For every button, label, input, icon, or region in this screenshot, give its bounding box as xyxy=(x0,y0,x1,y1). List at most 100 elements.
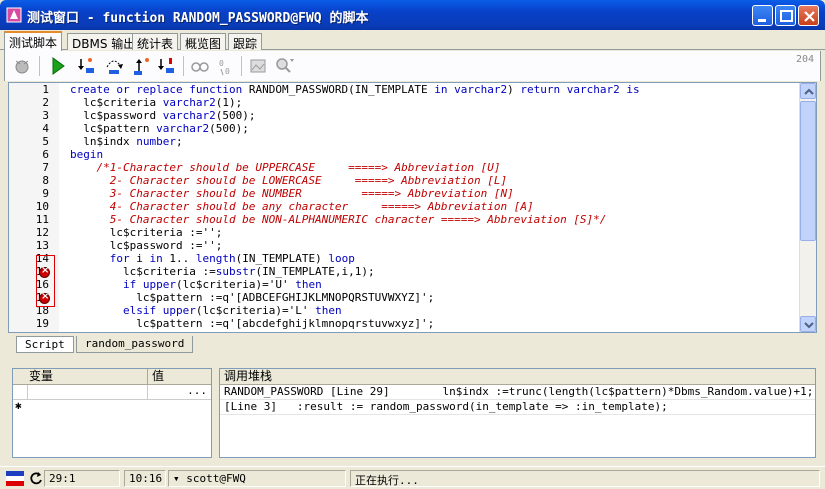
step-over-icon xyxy=(106,60,123,74)
run-button[interactable] xyxy=(47,55,69,77)
chevron-up-icon xyxy=(804,88,814,95)
elapsed-time: 10:16 xyxy=(124,470,166,487)
variables-panel: 变量 值 ✱ ... xyxy=(12,368,212,458)
variables-button[interactable]: 00 xyxy=(215,55,237,77)
code-text: ln$indx number; xyxy=(70,135,183,148)
tab-trace[interactable]: 跟踪 xyxy=(228,33,263,51)
step-exception-icon xyxy=(158,58,174,73)
code-line[interactable]: 17 lc$pattern :=q'[ADBCEFGHIJKLMNOPQRSTU… xyxy=(9,291,799,304)
line-number: 11 xyxy=(35,213,49,226)
connection-dropdown[interactable]: ▾ scott@FWQ xyxy=(168,470,346,487)
refresh-icon[interactable] xyxy=(29,471,43,485)
run-to-exception-button[interactable] xyxy=(155,55,177,77)
variables-header: 变量 值 xyxy=(13,369,211,385)
code-line[interactable]: 5 ln$indx number; xyxy=(9,135,799,148)
tab-statistics[interactable]: 统计表 xyxy=(132,33,179,51)
tab-test-script[interactable]: 测试脚本 xyxy=(4,31,63,51)
line-number: 12 xyxy=(35,226,49,239)
debug-toggle-button[interactable] xyxy=(11,55,33,77)
code-text: lc$pattern varchar2(500); xyxy=(70,122,249,135)
status-message: 正在执行... xyxy=(350,470,820,487)
line-number: 2 xyxy=(42,96,49,109)
search-icon xyxy=(276,58,294,73)
code-line[interactable]: 11 5- Character should be NON-ALPHANUMER… xyxy=(9,213,799,226)
step-out-button[interactable] xyxy=(131,55,153,77)
close-icon xyxy=(804,11,815,22)
minimize-icon xyxy=(758,19,766,22)
step-out-icon xyxy=(134,58,149,75)
scroll-down-button[interactable] xyxy=(800,316,816,332)
variable-new-row[interactable]: ✱ ... xyxy=(13,384,211,412)
maximize-button[interactable] xyxy=(775,5,796,26)
code-line[interactable]: 4 lc$pattern varchar2(500); xyxy=(9,122,799,135)
glasses-icon xyxy=(191,62,209,72)
search-dropdown-button[interactable] xyxy=(273,55,295,77)
code-line[interactable]: 6 begin xyxy=(9,148,799,161)
step-over-button[interactable] xyxy=(103,55,125,77)
minimize-button[interactable] xyxy=(752,5,773,26)
code-text: begin xyxy=(70,148,104,161)
tab-script[interactable]: Script xyxy=(16,336,74,353)
line-number: 3 xyxy=(42,109,49,122)
tab-random-password[interactable]: random_password xyxy=(76,336,194,353)
bug-icon xyxy=(15,60,29,74)
code-line[interactable]: 8 2- Character should be LOWERCASE =====… xyxy=(9,174,799,187)
watch-button[interactable] xyxy=(189,55,211,77)
play-icon xyxy=(52,57,65,75)
code-line[interactable]: 2 lc$criteria varchar2(1); xyxy=(9,96,799,109)
line-number: 6 xyxy=(42,148,49,161)
close-button[interactable] xyxy=(798,5,819,26)
code-text: lc$criteria :=''; xyxy=(70,226,223,239)
edit-value-button[interactable]: ... xyxy=(187,384,207,398)
svg-text:0: 0 xyxy=(225,67,230,76)
tab-row: 测试脚本 DBMS 输出 统计表 概览图 跟踪 xyxy=(0,30,825,51)
code-text: 5- Character should be NON-ALPHANUMERIC … xyxy=(70,213,607,226)
call-stack-header: 调用堆栈 xyxy=(220,369,815,385)
flag-icon xyxy=(6,471,24,486)
image-button[interactable] xyxy=(247,55,269,77)
code-line[interactable]: 15 lc$criteria :=substr(IN_TEMPLATE,i,1)… xyxy=(9,265,799,278)
code-line[interactable]: 7 /*1-Character should be UPPERCASE ====… xyxy=(9,161,799,174)
step-into-icon xyxy=(78,58,94,73)
code-line[interactable]: 19 lc$pattern :=q'[abcdefghijklmnopqrstu… xyxy=(9,317,799,330)
code-line[interactable]: 3 lc$password varchar2(500); xyxy=(9,109,799,122)
stack-row[interactable]: [Line 3] :result := random_password(in_t… xyxy=(220,400,815,415)
code-text: elsif upper(lc$criteria)='L' then xyxy=(122,304,342,317)
tab-overview[interactable]: 概览图 xyxy=(180,33,227,51)
code-line[interactable]: 16 if upper(lc$criteria)='U' then xyxy=(9,278,799,291)
code-line[interactable]: 12 lc$criteria :=''; xyxy=(9,226,799,239)
scroll-thumb[interactable] xyxy=(800,101,816,241)
code-line[interactable]: 9 3- Character should be NUMBER =====> A… xyxy=(9,187,799,200)
code-line[interactable]: 10 4- Character should be any character … xyxy=(9,200,799,213)
col-value: 值 xyxy=(147,369,164,384)
editor-vertical-scrollbar[interactable] xyxy=(799,83,816,332)
line-number: 1 xyxy=(42,83,49,96)
code-text: 4- Character should be any character ===… xyxy=(70,200,534,213)
code-editor[interactable]: 1 create or replace function RANDOM_PASSW… xyxy=(8,82,817,333)
code-text: if upper(lc$criteria)='U' then xyxy=(122,278,322,291)
scroll-up-button[interactable] xyxy=(800,83,816,99)
step-into-button[interactable] xyxy=(75,55,97,77)
col-variable: 变量 xyxy=(29,369,54,383)
code-line[interactable]: 14 for i in 1.. length(IN_TEMPLATE) loop xyxy=(9,252,799,265)
variables-icon: 00 xyxy=(219,59,230,76)
title-bar[interactable]: 测试窗口 - function RANDOM_PASSWORD@FWQ 的脚本 xyxy=(0,0,825,30)
code-text: lc$password :=''; xyxy=(70,239,223,252)
source-tabs: Script random_password xyxy=(16,336,817,354)
code-line[interactable]: 18 elsif upper(lc$criteria)='L' then xyxy=(9,304,799,317)
tab-dbms-output[interactable]: DBMS 输出 xyxy=(67,33,141,51)
code-text: create or replace function RANDOM_PASSWO… xyxy=(70,83,640,96)
code-line[interactable]: 13 lc$password :=''; xyxy=(9,239,799,252)
stack-row[interactable]: RANDOM_PASSWORD [Line 29] ln$indx :=trun… xyxy=(220,385,815,400)
line-number: 8 xyxy=(42,174,49,187)
breakpoint-icon[interactable] xyxy=(39,291,50,304)
line-number: 19 xyxy=(35,317,49,330)
code-text: lc$password varchar2(500); xyxy=(70,109,256,122)
code-text: for i in 1.. length(IN_TEMPLATE) loop xyxy=(109,252,355,265)
code-text: lc$pattern :=q'[ADBCEFGHIJKLMNOPQRSTUVWX… xyxy=(70,291,435,304)
code-line[interactable]: 1 create or replace function RANDOM_PASSW… xyxy=(9,83,799,96)
breakpoint-icon[interactable] xyxy=(39,265,50,278)
image-icon xyxy=(250,59,266,73)
window-title: 测试窗口 - function RANDOM_PASSWORD@FWQ 的脚本 xyxy=(27,11,369,26)
debug-toolbar: 00 204 xyxy=(4,51,821,81)
